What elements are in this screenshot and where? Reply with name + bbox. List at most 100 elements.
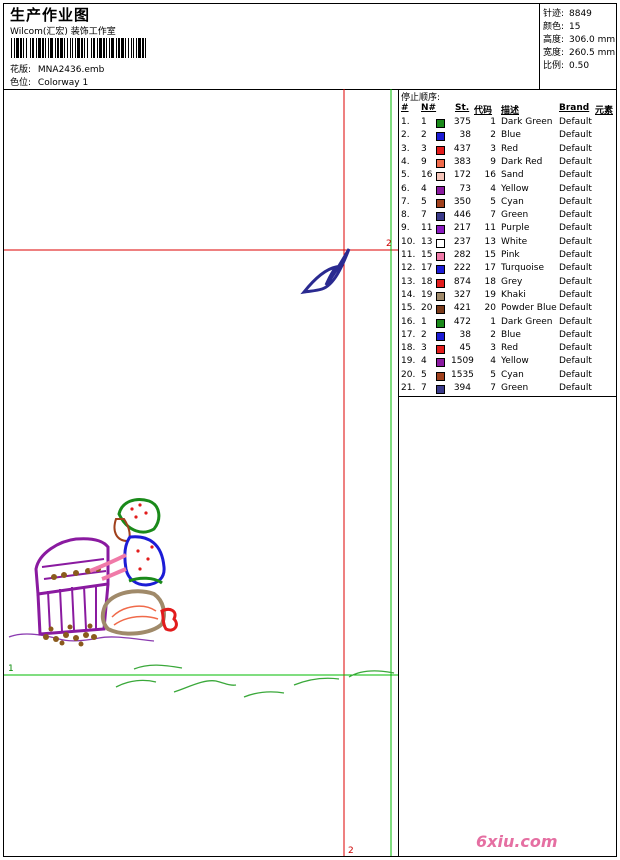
row-code: 9: [490, 156, 496, 167]
row-code: 7: [490, 210, 496, 221]
row-description: Sand: [501, 170, 524, 181]
row-description: Blue: [501, 329, 521, 340]
barcode: [11, 38, 146, 58]
table-row: 11. 15 282 15 Pink Default: [399, 250, 617, 263]
row-code: 19: [484, 289, 496, 300]
stop-sequence-table: 停止顺序: # N# St. 代码 描述 Brand 元素 1. 1 375 1 Dar…: [399, 89, 617, 397]
col-header-needle: N#: [421, 103, 437, 113]
row-needle: 16: [421, 170, 433, 181]
row-needle: 18: [421, 276, 433, 287]
row-needle: 7: [421, 383, 427, 393]
row-stitches: 73: [459, 183, 471, 194]
row-brand: Default: [559, 356, 592, 367]
table-row: 4. 9 383 9 Dark Red Default: [399, 157, 617, 170]
color-swatch: [436, 172, 445, 182]
color-swatch: [436, 252, 445, 261]
row-stitches: 45: [459, 343, 471, 354]
color-swatch: [436, 358, 445, 368]
color-swatch: [436, 158, 445, 168]
row-stitches: 217: [453, 223, 471, 234]
row-needle: 17: [421, 263, 433, 274]
row-description: Turquoise: [501, 263, 545, 274]
row-description: Pink: [501, 250, 520, 260]
embroidery-preview: 印 2 2 1: [4, 89, 568, 856]
red-guide-marker-v: 2: [348, 846, 354, 856]
row-code: 15: [484, 250, 496, 260]
row-needle: 15: [421, 250, 433, 260]
color-swatch: [436, 119, 445, 128]
row-index: 17.: [401, 329, 416, 340]
row-needle: 3: [421, 143, 427, 154]
row-brand: Default: [559, 117, 592, 127]
stat-label: 宽度:: [543, 48, 565, 58]
col-header-stitches: St.: [455, 103, 470, 113]
studio-name: Wilcom(汇宏) 装饰工作室: [10, 27, 116, 37]
row-code: 20: [484, 303, 496, 314]
row-code: 5: [490, 196, 496, 207]
col-header-num: #: [401, 103, 409, 113]
row-code: 11: [484, 223, 496, 234]
table-row: 10. 13 237 13 White Default: [399, 237, 617, 250]
row-description: Dark Green: [501, 117, 553, 127]
row-index: 11.: [401, 250, 416, 260]
row-code: 7: [490, 383, 496, 393]
row-index: 7.: [401, 196, 410, 207]
design-artwork: 印: [4, 89, 568, 856]
watermark-site: 6xiu.com: [476, 832, 558, 851]
color-swatch: [436, 278, 445, 288]
col-header-description: 描述: [501, 106, 520, 116]
row-stitches: 1509: [451, 356, 474, 367]
row-brand: Default: [559, 210, 592, 221]
table-row: 20. 5 1535 5 Cyan Default: [399, 370, 617, 383]
green-guide-marker: 1: [8, 664, 14, 674]
row-needle: 20: [421, 303, 433, 314]
row-description: Red: [501, 143, 519, 154]
row-code: 5: [490, 369, 496, 380]
color-swatch: [436, 212, 445, 222]
table-row: 9. 11 217 11 Purple Default: [399, 223, 617, 236]
row-brand: Default: [559, 170, 592, 181]
color-swatch: [436, 305, 445, 315]
color-swatch: [436, 385, 445, 394]
stat-width: 宽度: 260.5 mm: [543, 45, 615, 58]
row-stitches: 282: [453, 250, 471, 260]
row-index: 18.: [401, 343, 416, 354]
row-description: Purple: [501, 223, 530, 234]
sheet-header: 生产作业图 Wilcom(汇宏) 装饰工作室 花版: MNA2436.emb 色…: [4, 4, 616, 90]
table-row: 3. 3 437 3 Red Default: [399, 144, 617, 157]
row-brand: Default: [559, 289, 592, 300]
stat-value: 260.5 mm: [569, 48, 616, 58]
color-swatch: [436, 198, 445, 208]
col-header-element: 元素: [595, 106, 614, 116]
design-file-line: 花版: MNA2436.emb: [10, 62, 104, 75]
row-description: Grey: [501, 276, 523, 287]
table-row: 18. 3 45 3 Red Default: [399, 343, 617, 356]
color-swatch: [436, 265, 445, 275]
table-row: 5. 16 172 16 Sand Default: [399, 170, 617, 183]
row-stitches: 472: [453, 316, 471, 327]
row-stitches: 375: [453, 117, 471, 127]
row-index: 4.: [401, 156, 410, 167]
table-row: 15. 20 421 20 Powder Blue Default: [399, 303, 617, 316]
row-brand: Default: [559, 223, 592, 234]
stat-height: 高度: 306.0 mm: [543, 32, 615, 45]
row-needle: 11: [421, 223, 433, 234]
color-swatch: [436, 238, 445, 248]
row-index: 3.: [401, 143, 410, 154]
colorway-value: Colorway 1: [37, 78, 89, 88]
row-description: Khaki: [501, 289, 526, 300]
row-index: 16.: [401, 316, 416, 327]
col-header-brand: Brand: [559, 103, 590, 113]
stat-value: 0.50: [569, 61, 590, 71]
row-brand: Default: [559, 236, 592, 247]
row-brand: Default: [559, 343, 592, 354]
table-row: 16. 1 472 1 Dark Green Default: [399, 317, 617, 330]
row-brand: Default: [559, 263, 592, 274]
row-brand: Default: [559, 303, 592, 314]
color-swatch: [436, 225, 445, 235]
row-brand: Default: [559, 156, 592, 167]
row-brand: Default: [559, 383, 592, 393]
row-code: 3: [490, 143, 496, 154]
row-description: Yellow: [501, 356, 529, 367]
table-row: 8. 7 446 7 Green Default: [399, 210, 617, 223]
